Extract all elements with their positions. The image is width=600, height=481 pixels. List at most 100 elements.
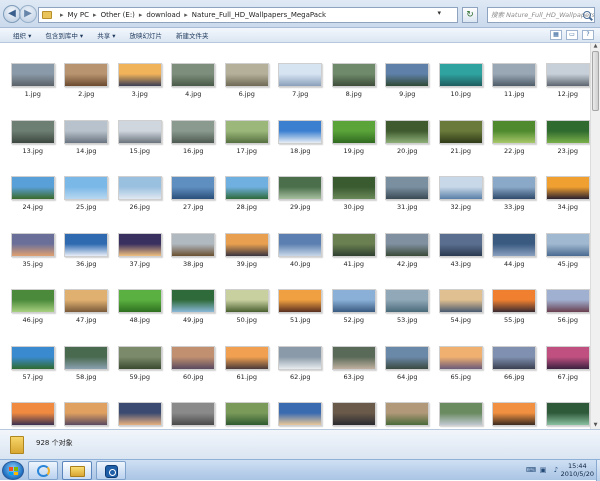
file-item[interactable]: 53.jpg — [381, 289, 435, 346]
file-item[interactable]: 54.jpg — [434, 289, 488, 346]
chevron-down-icon[interactable]: ▾ — [437, 9, 441, 17]
file-item[interactable]: 27.jpg — [167, 176, 221, 233]
start-button[interactable] — [2, 461, 24, 480]
file-item[interactable]: 30.jpg — [327, 176, 381, 233]
refresh-icon[interactable]: ↻ — [462, 7, 478, 23]
scroll-down-icon[interactable]: ▼ — [592, 422, 599, 429]
taskbar-app[interactable] — [96, 461, 126, 480]
clock[interactable]: 15:44 2010/5/20 — [561, 462, 594, 478]
file-item[interactable]: 6.jpg — [220, 63, 274, 120]
file-item[interactable]: 57.jpg — [6, 345, 60, 403]
scroll-up-icon[interactable]: ▲ — [592, 43, 599, 50]
file-item[interactable]: 74.jpg — [327, 402, 381, 429]
file-item[interactable]: 70.jpg — [113, 402, 167, 429]
file-item[interactable]: 26.jpg — [113, 176, 167, 233]
file-item[interactable]: 68.jpg — [6, 402, 60, 429]
file-item[interactable]: 66.jpg — [488, 345, 542, 403]
file-item[interactable]: 2.jpg — [60, 63, 114, 120]
file-item[interactable]: 32.jpg — [434, 176, 488, 233]
file-item[interactable]: 13.jpg — [6, 119, 60, 177]
file-item[interactable]: 20.jpg — [381, 119, 435, 177]
breadcrumb-download[interactable]: download — [146, 11, 180, 19]
file-item[interactable]: 16.jpg — [167, 119, 221, 177]
file-item[interactable]: 52.jpg — [327, 289, 381, 346]
breadcrumb-my-pc[interactable]: My PC — [68, 11, 90, 19]
file-item[interactable]: 65.jpg — [434, 345, 488, 403]
language-icon[interactable]: ⌨ — [526, 466, 536, 474]
volume-icon[interactable]: ♪ — [552, 466, 560, 474]
file-item[interactable]: 1.jpg — [6, 63, 60, 120]
organize-button[interactable]: 组织 ▾ — [6, 30, 38, 40]
breadcrumb-drive[interactable]: Other (E:) — [101, 11, 135, 19]
include-in-library-button[interactable]: 包含到库中 ▾ — [38, 30, 90, 40]
file-item[interactable]: 37.jpg — [113, 232, 167, 290]
file-item[interactable]: 23.jpg — [541, 119, 590, 177]
vertical-scrollbar[interactable]: ▲ ▼ — [590, 43, 600, 429]
file-item[interactable]: 29.jpg — [274, 176, 328, 233]
file-item[interactable]: 72.jpg — [220, 402, 274, 429]
file-item[interactable]: 8.jpg — [327, 63, 381, 120]
file-item[interactable]: 24.jpg — [6, 176, 60, 233]
file-item[interactable]: 50.jpg — [220, 289, 274, 346]
file-item[interactable]: 18.jpg — [274, 119, 328, 177]
file-item[interactable]: 15.jpg — [113, 119, 167, 177]
file-item[interactable]: 61.jpg — [220, 345, 274, 403]
file-item[interactable]: 55.jpg — [488, 289, 542, 346]
file-item[interactable]: 31.jpg — [381, 176, 435, 233]
file-item[interactable]: 73.jpg — [274, 402, 328, 429]
file-item[interactable]: 60.jpg — [167, 345, 221, 403]
file-item[interactable]: 35.jpg — [6, 232, 60, 290]
file-item[interactable]: 19.jpg — [327, 119, 381, 177]
file-item[interactable]: 67.jpg — [541, 345, 590, 403]
network-icon[interactable]: ▣ — [539, 466, 547, 474]
file-item[interactable]: 42.jpg — [381, 232, 435, 290]
file-item[interactable]: 46.jpg — [6, 289, 60, 346]
file-item[interactable]: 43.jpg — [434, 232, 488, 290]
file-item[interactable]: 7.jpg — [274, 63, 328, 120]
new-folder-button[interactable]: 新建文件夹 — [169, 30, 216, 40]
share-button[interactable]: 共享 ▾ — [90, 30, 122, 40]
file-item[interactable]: 38.jpg — [167, 232, 221, 290]
file-item[interactable]: 41.jpg — [327, 232, 381, 290]
taskbar-windows-explorer[interactable] — [62, 461, 92, 480]
file-item[interactable]: 69.jpg — [60, 402, 114, 429]
file-item[interactable]: 56.jpg — [541, 289, 590, 346]
file-item[interactable]: 58.jpg — [60, 345, 114, 403]
file-item[interactable]: 11.jpg — [488, 63, 542, 120]
file-item[interactable]: 34.jpg — [541, 176, 590, 233]
chevron-right-icon[interactable]: ▸ — [60, 11, 64, 19]
file-item[interactable]: 40.jpg — [274, 232, 328, 290]
show-desktop-button[interactable] — [596, 460, 600, 481]
file-item[interactable]: 62.jpg — [274, 345, 328, 403]
preview-pane-icon[interactable]: ▭ — [566, 30, 578, 40]
file-item[interactable]: 3.jpg — [113, 63, 167, 120]
file-item[interactable]: 77.jpg — [488, 402, 542, 429]
file-item[interactable]: 10.jpg — [434, 63, 488, 120]
file-item[interactable]: 76.jpg — [434, 402, 488, 429]
file-item[interactable]: 48.jpg — [113, 289, 167, 346]
chevron-right-icon[interactable]: ▸ — [184, 11, 188, 19]
taskbar-internet-explorer[interactable] — [28, 461, 58, 480]
file-item[interactable]: 25.jpg — [60, 176, 114, 233]
chevron-right-icon[interactable]: ▸ — [139, 11, 143, 19]
chevron-right-icon[interactable]: ▸ — [93, 11, 97, 19]
address-bar[interactable]: ▸ My PC ▸ Other (E:) ▸ download ▸ Nature… — [38, 7, 458, 23]
file-item[interactable]: 12.jpg — [541, 63, 590, 120]
file-item[interactable]: 71.jpg — [167, 402, 221, 429]
view-options-icon[interactable]: ▦ — [550, 30, 562, 40]
file-item[interactable]: 4.jpg — [167, 63, 221, 120]
file-item[interactable]: 22.jpg — [488, 119, 542, 177]
file-item[interactable]: 21.jpg — [434, 119, 488, 177]
file-item[interactable]: 39.jpg — [220, 232, 274, 290]
file-item[interactable]: 78.jpg — [541, 402, 590, 429]
file-item[interactable]: 36.jpg — [60, 232, 114, 290]
scrollbar-thumb[interactable] — [592, 51, 599, 111]
breadcrumb-current-folder[interactable]: Nature_Full_HD_Wallpapers_MegaPack — [192, 11, 326, 19]
file-item[interactable]: 47.jpg — [60, 289, 114, 346]
file-item[interactable]: 33.jpg — [488, 176, 542, 233]
file-item[interactable]: 75.jpg — [381, 402, 435, 429]
file-item[interactable]: 63.jpg — [327, 345, 381, 403]
file-item[interactable]: 45.jpg — [541, 232, 590, 290]
slideshow-button[interactable]: 放映幻灯片 — [123, 30, 170, 40]
search-icon[interactable] — [583, 11, 591, 19]
